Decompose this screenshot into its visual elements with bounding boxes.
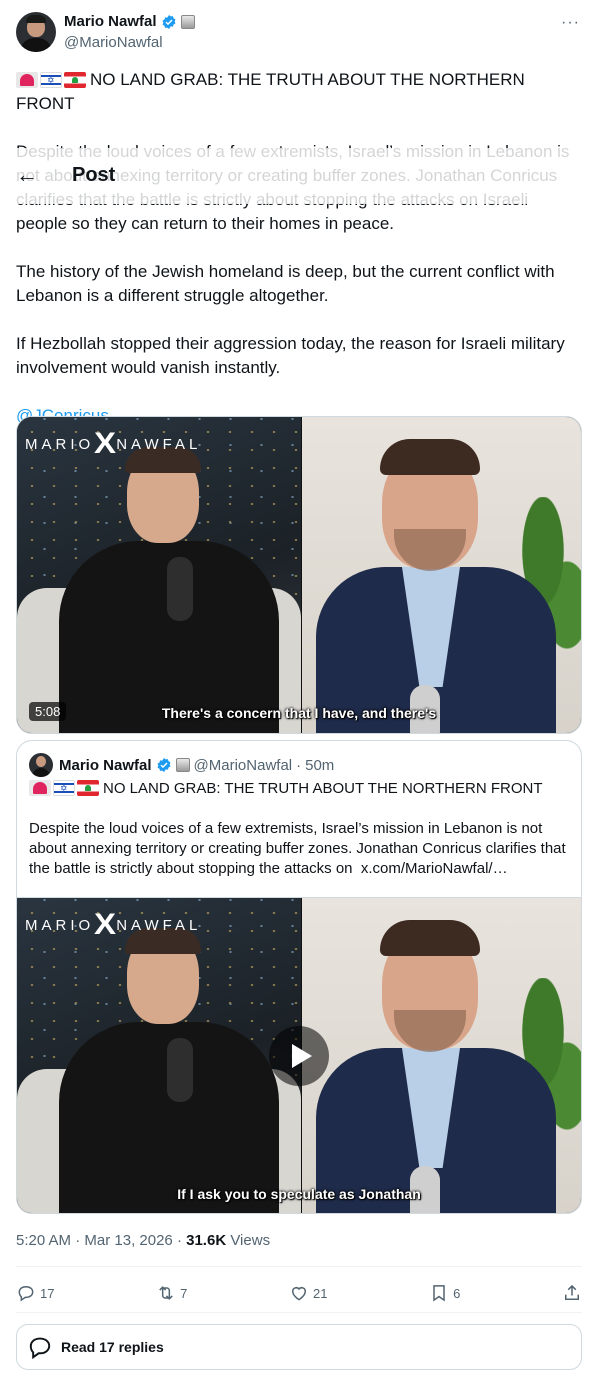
like-count: 21 xyxy=(312,1285,328,1301)
quote-link[interactable]: x.com/MarioNawfal/… xyxy=(361,860,508,877)
back-arrow-icon[interactable]: ← xyxy=(16,162,38,188)
like-button[interactable]: 21 xyxy=(289,1283,327,1303)
post-meta: 5:20 AM · Mar 13, 2026 · 31.6K Views xyxy=(16,1232,270,1249)
repost-count: 7 xyxy=(180,1285,188,1301)
tweet-paragraph-3: If Hezbollah stopped their aggression to… xyxy=(16,334,565,377)
quote-headline: NO LAND GRAB: THE TRUTH ABOUT THE NORTHE… xyxy=(103,780,543,797)
video-player[interactable]: MARIO X NAWFAL There's a concern that I … xyxy=(16,416,582,734)
headline-emoji-group xyxy=(16,72,86,88)
brand-right: NAWFAL xyxy=(116,435,202,453)
post-time[interactable]: 5:20 AM xyxy=(16,1232,71,1249)
author-avatar[interactable] xyxy=(16,12,56,52)
video-left-panel xyxy=(17,417,301,733)
repost-button[interactable]: 7 xyxy=(156,1283,187,1303)
tweet-text: NO LAND GRAB: THE TRUTH ABOUT THE NORTHE… xyxy=(16,68,582,452)
author-handle[interactable]: @MarioNawfal xyxy=(64,34,163,51)
israel-flag-icon xyxy=(53,780,75,796)
affiliate-badge-icon xyxy=(175,758,190,772)
affiliate-badge-icon xyxy=(180,14,195,29)
quote-separator: · xyxy=(296,756,302,774)
headline-text: NO LAND GRAB: THE TRUTH ABOUT THE NORTHE… xyxy=(16,70,525,113)
bookmark-count: 6 xyxy=(453,1285,461,1301)
post-header: Mario Nawfal @MarioNawfal ··· xyxy=(16,12,582,56)
quote-video[interactable]: MARIO X NAWFAL If I ask you to speculate… xyxy=(17,897,581,1213)
video-right-panel xyxy=(302,417,581,733)
page-title: Post xyxy=(72,164,116,186)
repost-icon xyxy=(159,1286,173,1300)
quote-text: NO LAND GRAB: THE TRUTH ABOUT THE NORTHE… xyxy=(29,779,569,899)
video-duration: 5:08 xyxy=(29,702,67,721)
israel-flag-icon xyxy=(40,72,62,88)
divider xyxy=(16,1312,582,1313)
reply-icon xyxy=(18,1285,34,1302)
verified-icon xyxy=(157,758,170,772)
play-icon[interactable] xyxy=(269,1026,329,1086)
author-name-row: Mario Nawfal xyxy=(64,13,195,30)
verified-icon xyxy=(162,14,175,29)
siren-icon xyxy=(29,780,51,796)
quote-avatar xyxy=(29,753,53,777)
siren-icon xyxy=(16,72,38,88)
meta-separator: · xyxy=(75,1232,81,1249)
brand-left: MARIO xyxy=(25,916,95,934)
share-icon xyxy=(564,1284,579,1300)
share-button[interactable] xyxy=(562,1283,582,1303)
bookmark-button[interactable]: 6 xyxy=(429,1283,460,1303)
post-date[interactable]: Mar 13, 2026 xyxy=(84,1232,172,1249)
lebanon-flag-icon xyxy=(64,72,86,88)
quote-author-name: Mario Nawfal xyxy=(59,756,152,774)
brand-x: X xyxy=(94,427,117,460)
read-replies-label: Read 17 replies xyxy=(61,1339,164,1355)
video-caption: There's a concern that I have, and there… xyxy=(161,705,437,721)
brand-x: X xyxy=(94,908,117,941)
bookmark-icon xyxy=(433,1285,445,1302)
author-name[interactable]: Mario Nawfal xyxy=(64,13,157,30)
video-brand-logo: MARIO X NAWFAL xyxy=(25,429,201,459)
quote-video-caption: If I ask you to speculate as Jonathan xyxy=(177,1186,421,1202)
lebanon-flag-icon xyxy=(77,780,99,796)
read-replies-button[interactable]: Read 17 replies xyxy=(16,1324,582,1370)
views-label: Views xyxy=(230,1232,271,1249)
quote-video-right-panel xyxy=(302,898,581,1213)
quote-author-handle: @MarioNawfal xyxy=(193,756,293,774)
reply-button[interactable]: 17 xyxy=(16,1283,54,1303)
action-bar: 17 7 21 6 xyxy=(16,1280,582,1306)
reply-count: 17 xyxy=(40,1285,55,1301)
brand-left: MARIO xyxy=(25,435,95,453)
divider xyxy=(16,1266,582,1267)
brand-right: NAWFAL xyxy=(116,916,202,934)
reply-bubble-icon xyxy=(29,1337,51,1360)
quote-video-left-panel xyxy=(17,898,301,1213)
tweet-headline: NO LAND GRAB: THE TRUTH ABOUT THE NORTHE… xyxy=(16,68,582,116)
more-icon[interactable]: ··· xyxy=(561,14,580,32)
like-icon xyxy=(291,1287,306,1301)
quote-emoji-group xyxy=(29,780,99,796)
tweet-paragraph-2: The history of the Jewish homeland is de… xyxy=(16,262,555,305)
views-count: 31.6K xyxy=(186,1232,227,1249)
quote-header: Mario Nawfal @MarioNawfal · 50m xyxy=(29,753,334,777)
meta-separator: · xyxy=(176,1232,182,1249)
quote-time: 50m xyxy=(305,756,335,774)
quoted-tweet[interactable]: Mario Nawfal @MarioNawfal · 50m NO LAND … xyxy=(16,740,582,1214)
video-brand-logo: MARIO X NAWFAL xyxy=(25,910,201,940)
